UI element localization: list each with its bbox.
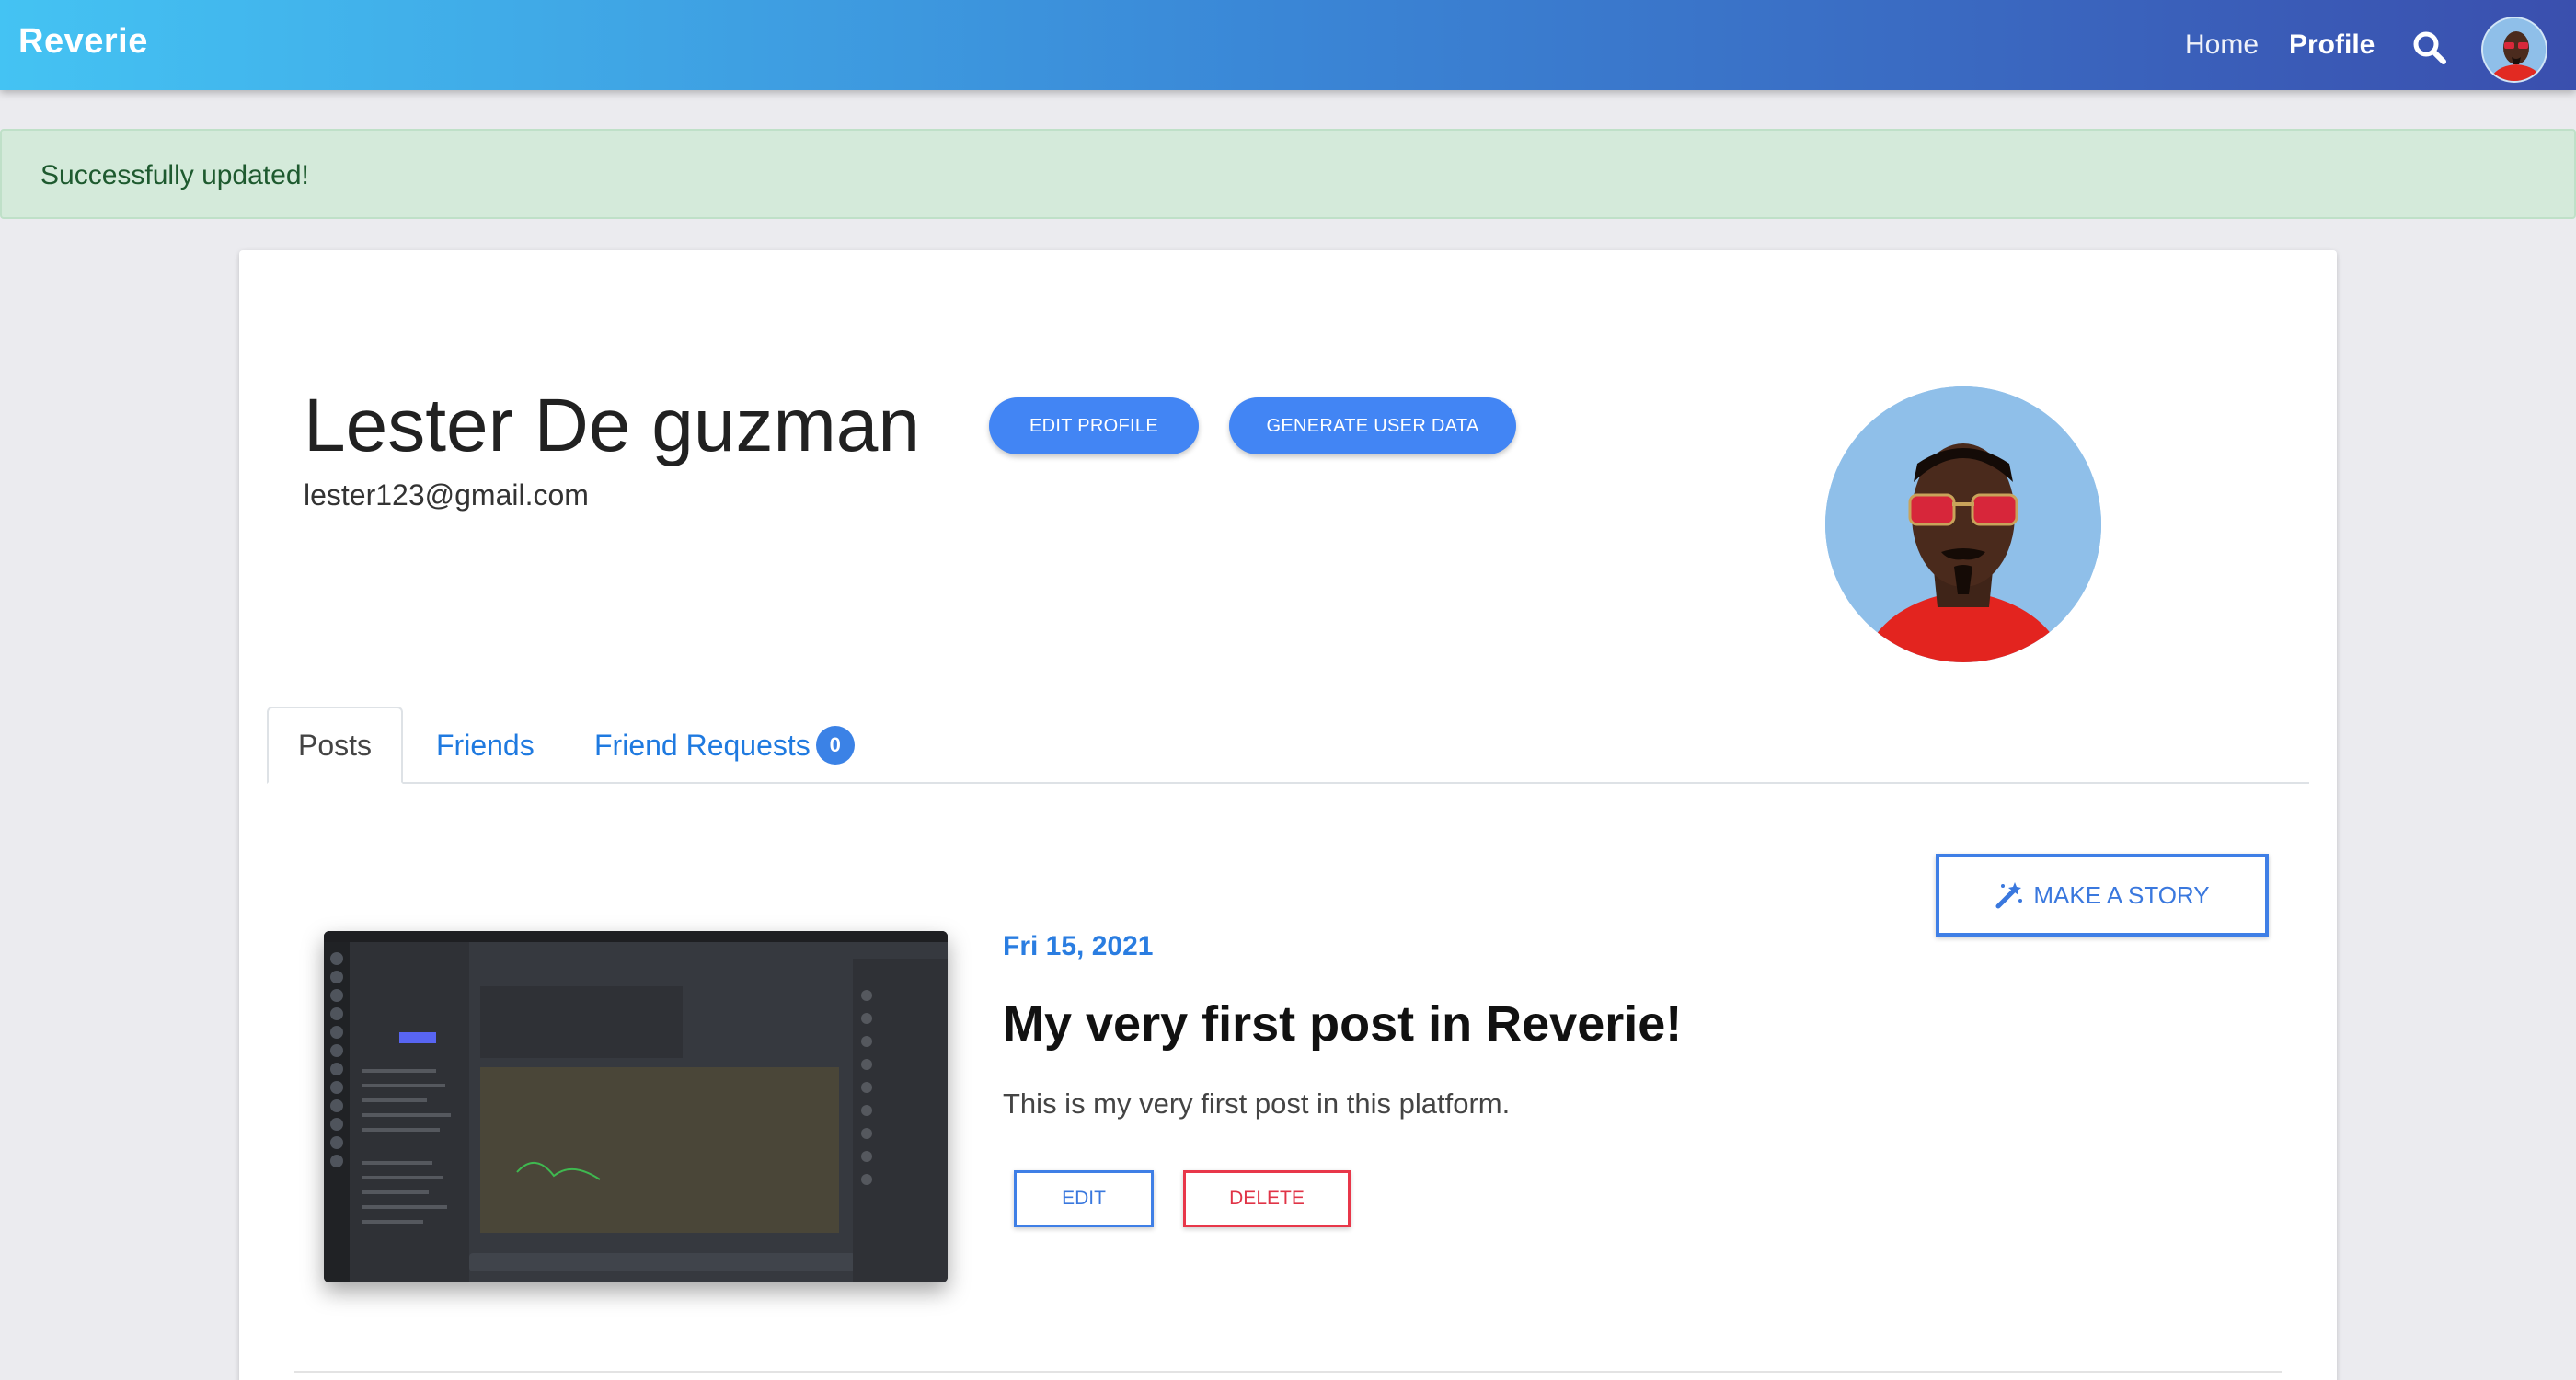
nav-profile-link[interactable]: Profile [2289, 29, 2375, 61]
search-icon[interactable] [2412, 30, 2447, 65]
nav-home-link[interactable]: Home [2185, 29, 2259, 61]
brand-logo[interactable]: Reverie [18, 22, 148, 62]
tabs-divider [267, 782, 2309, 784]
edit-profile-button[interactable]: EDIT PROFILE [989, 397, 1199, 454]
post-date: Fri 15, 2021 [1003, 931, 1154, 961]
profile-name: Lester De guzman [304, 384, 921, 467]
magic-wand-icon [1995, 882, 2023, 909]
post-body: This is my very first post in this platf… [1003, 1087, 1511, 1120]
success-alert: Successfully updated! [0, 129, 2576, 219]
tab-friends[interactable]: Friends [436, 707, 535, 784]
post-image[interactable] [324, 931, 948, 1282]
user-avatar-icon [2483, 18, 2546, 81]
make-a-story-label: MAKE A STORY [2033, 880, 2210, 909]
tab-friend-requests-label: Friend Requests [594, 728, 811, 762]
tab-friends-label: Friends [436, 728, 535, 762]
friend-requests-badge: 0 [815, 726, 855, 765]
post-divider [294, 1371, 2282, 1373]
alert-message: Successfully updated! [40, 160, 309, 190]
edit-post-button[interactable]: EDIT [1014, 1170, 1154, 1227]
profile-email: lester123@gmail.com [304, 478, 589, 512]
top-navbar: Reverie Home Profile [0, 0, 2576, 90]
profile-card: Lester De guzman lester123@gmail.com EDI… [239, 250, 2337, 1380]
avatar[interactable] [2481, 17, 2547, 83]
tab-friend-requests[interactable]: Friend Requests 0 [594, 707, 855, 784]
profile-photo [1825, 386, 2101, 662]
tab-posts[interactable]: Posts [267, 707, 403, 784]
discord-screenshot-image [324, 931, 948, 1282]
generate-user-data-button[interactable]: GENERATE USER DATA [1229, 397, 1516, 454]
delete-post-button[interactable]: DELETE [1183, 1170, 1351, 1227]
post-title: My very first post in Reverie! [1003, 996, 1683, 1052]
profile-portrait-icon [1825, 386, 2101, 662]
tab-posts-label: Posts [297, 728, 373, 762]
make-a-story-button[interactable]: MAKE A STORY [1936, 854, 2269, 937]
